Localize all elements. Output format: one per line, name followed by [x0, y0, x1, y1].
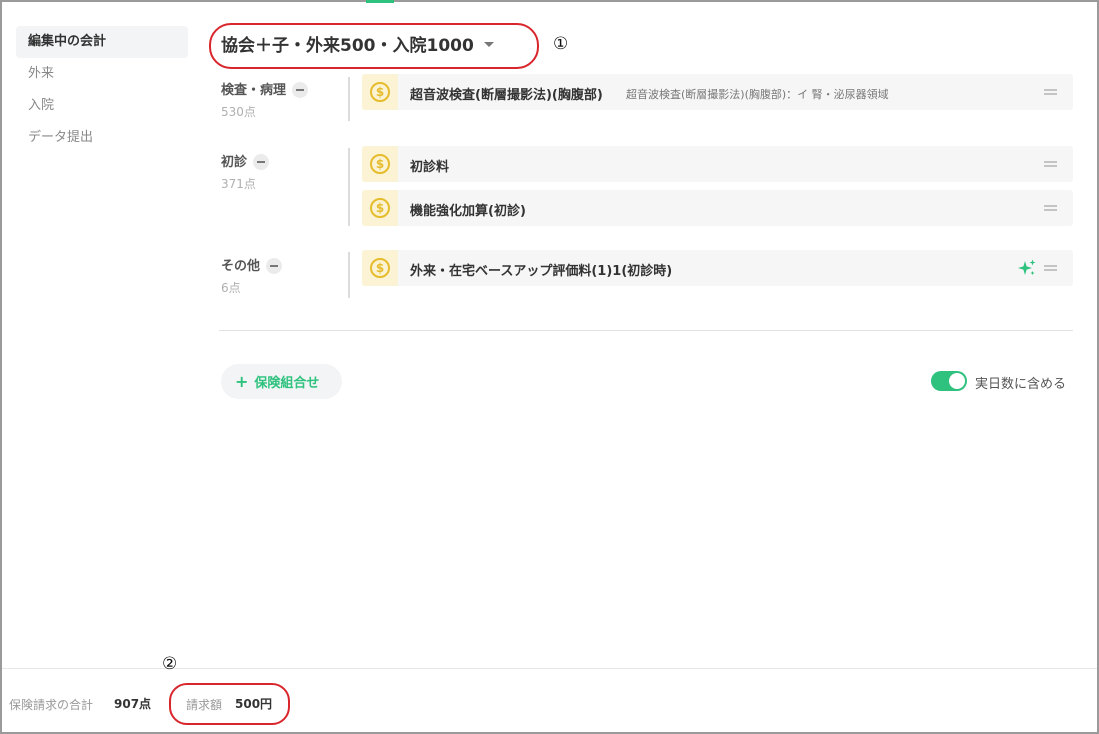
item-name: 超音波検査(断層撮影法)(胸腹部) — [410, 88, 603, 103]
collapse-minus-icon[interactable] — [253, 153, 270, 170]
group-divider-line — [348, 148, 350, 226]
group-first-visit: 初診 371点 $ 初診料 $ 機能強化加算(初診) — [221, 145, 1073, 227]
item-name: 外来・在宅ベースアップ評価料(1)1(初診時) — [410, 264, 673, 279]
real-days-toggle-label: 実日数に含める — [975, 377, 1067, 392]
sparkle-icon[interactable] — [1017, 258, 1037, 278]
group-label: その他 — [221, 255, 283, 275]
group-divider-line — [348, 77, 350, 121]
list-item[interactable]: $ 超音波検査(断層撮影法)(胸腹部) 超音波検査(断層撮影法)(胸腹部)：イ … — [362, 74, 1073, 110]
top-accent-bar — [366, 0, 394, 3]
annotation-number-1: ① — [553, 34, 569, 54]
coin-box: $ — [362, 146, 398, 182]
collapse-minus-icon[interactable] — [266, 257, 283, 274]
sidebar-item-data-submission[interactable]: データ提出 — [16, 122, 188, 154]
annotation-number-2: ② — [162, 654, 178, 674]
item-name: 機能強化加算(初診) — [410, 204, 526, 219]
insurance-total-label: 保険請求の合計 — [9, 698, 94, 712]
sidebar: 編集中の会計 外来 入院 データ提出 — [16, 26, 188, 154]
group-exam-pathology: 検査・病理 530点 $ 超音波検査(断層撮影法)(胸腹部) 超音波検査(断層撮… — [221, 73, 1073, 123]
list-item[interactable]: $ 初診料 — [362, 146, 1073, 182]
section-divider — [219, 330, 1073, 331]
insurance-total-value: 907点 — [114, 697, 152, 711]
coin-box: $ — [362, 74, 398, 110]
add-button-label: 保険組合せ — [254, 376, 320, 391]
item-description: 超音波検査(断層撮影法)(胸腹部)：イ 腎・泌尿器領域 — [626, 88, 889, 101]
sidebar-item-inpatient[interactable]: 入院 — [16, 90, 188, 122]
coin-box: $ — [362, 250, 398, 286]
coin-icon: $ — [370, 198, 390, 218]
plus-icon: + — [235, 372, 249, 391]
collapse-minus-icon[interactable] — [292, 81, 309, 98]
sidebar-item-editing-account[interactable]: 編集中の会計 — [16, 26, 188, 58]
group-other: その他 6点 $ 外来・在宅ベースアップ評価料(1)1(初診時) — [221, 249, 1073, 299]
group-label: 検査・病理 — [221, 79, 309, 99]
group-divider-line — [348, 252, 350, 298]
coin-icon: $ — [370, 258, 390, 278]
annotation-oval-1 — [209, 23, 539, 69]
group-points: 6点 — [221, 281, 241, 295]
drag-handle-icon[interactable] — [1044, 205, 1057, 211]
list-item[interactable]: $ 機能強化加算(初診) — [362, 190, 1073, 226]
list-item[interactable]: $ 外来・在宅ベースアップ評価料(1)1(初診時) — [362, 250, 1073, 286]
item-name: 初診料 — [410, 160, 450, 175]
add-insurance-combination-button[interactable]: + 保険組合せ — [221, 364, 342, 399]
group-points: 371点 — [221, 177, 256, 191]
drag-handle-icon[interactable] — [1044, 161, 1057, 167]
real-days-toggle[interactable] — [931, 371, 967, 391]
drag-handle-icon[interactable] — [1044, 265, 1057, 271]
coin-box: $ — [362, 190, 398, 226]
drag-handle-icon[interactable] — [1044, 89, 1057, 95]
toggle-knob — [949, 373, 965, 389]
group-label: 初診 — [221, 151, 270, 171]
coin-icon: $ — [370, 154, 390, 174]
sidebar-item-outpatient[interactable]: 外来 — [16, 58, 188, 90]
annotation-oval-2 — [169, 683, 290, 725]
coin-icon: $ — [370, 82, 390, 102]
group-points: 530点 — [221, 105, 256, 119]
